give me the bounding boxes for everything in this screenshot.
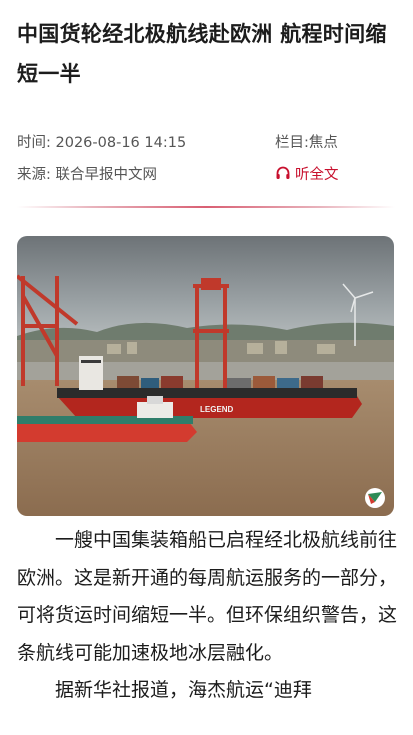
app-logo-icon bbox=[365, 488, 385, 508]
article-photo[interactable]: LEGEND bbox=[17, 236, 394, 516]
article-body: 一艘中国集装箱船已启程经北极航线前往欧洲。这是新开通的每周航运服务的一部分，可将… bbox=[17, 522, 397, 710]
column-value: 焦点 bbox=[308, 134, 338, 151]
listen-full-text-button[interactable]: 听全文 bbox=[275, 163, 339, 184]
column-label: 栏目: bbox=[275, 134, 309, 151]
paragraph-1: 一艘中国集装箱船已启程经北极航线前往欧洲。这是新开通的每周航运服务的一部分，可将… bbox=[17, 529, 398, 664]
column-info: 栏目: 焦点 bbox=[275, 131, 395, 152]
title-divider bbox=[17, 206, 395, 208]
headphones-icon bbox=[276, 166, 290, 179]
time-label: 时间: bbox=[17, 134, 51, 151]
source-info: 来源: 联合早报中文网 bbox=[17, 163, 157, 184]
source-label: 来源: bbox=[17, 166, 51, 183]
publish-time: 时间: 2026-08-16 14:15 bbox=[17, 131, 186, 152]
listen-label: 听全文 bbox=[295, 166, 339, 183]
paragraph-2: 据新华社报道，海杰航运“迪拜 bbox=[55, 679, 312, 701]
meta-row-time: 时间: 2026-08-16 14:15 栏目: 焦点 bbox=[17, 128, 395, 154]
article-title: 中国货轮经北极航线赴欧洲 航程时间缩短一半 bbox=[17, 22, 387, 86]
source-value: 联合早报中文网 bbox=[55, 166, 158, 183]
ship-hull-text: LEGEND bbox=[200, 405, 234, 414]
time-value: 2026-08-16 14:15 bbox=[55, 134, 187, 151]
meta-row-source: 来源: 联合早报中文网 听全文 bbox=[17, 160, 395, 186]
